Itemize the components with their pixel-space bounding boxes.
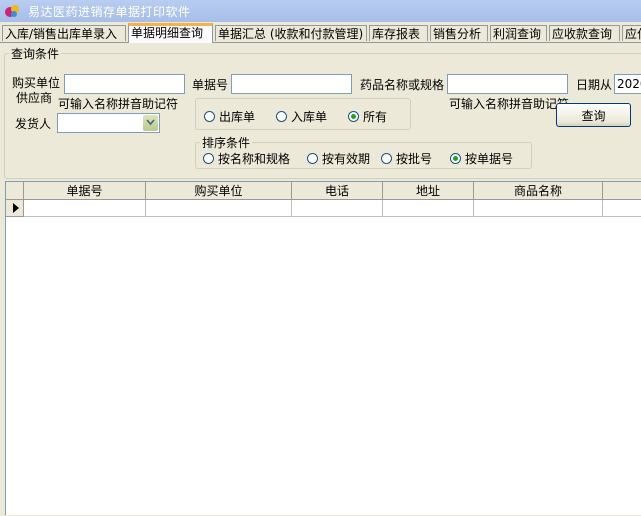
- radio-circle: [204, 110, 215, 122]
- shipper-select[interactable]: [57, 113, 160, 133]
- query-conditions-title: 查询条件: [11, 47, 60, 61]
- grid-cell[interactable]: [292, 200, 383, 217]
- title-bar: 易达医药进销存单据打印软件: [0, 0, 641, 22]
- buyer-hint: 可输入名称拼音助记符: [58, 97, 179, 111]
- grid-cell[interactable]: [603, 200, 641, 217]
- column-header-phone[interactable]: 电话: [292, 182, 383, 200]
- radio-circle-checked: [348, 110, 359, 122]
- drug-hint: 可输入名称拼音助记符: [449, 97, 570, 111]
- grid-cell[interactable]: [383, 200, 474, 217]
- radio-circle: [307, 152, 318, 164]
- tab-detail-query[interactable]: 单据明细查询: [128, 23, 213, 43]
- supplier-label: 供应商: [16, 91, 53, 105]
- row-indicator[interactable]: [6, 200, 24, 217]
- tab-stock-report[interactable]: 库存报表: [369, 25, 428, 41]
- sort-by-batch[interactable]: 按批号: [381, 150, 432, 166]
- tab-receivable-query[interactable]: 应收款查询: [549, 25, 620, 41]
- drug-label: 药品名称或规格: [360, 78, 445, 92]
- grid-corner: [6, 182, 24, 200]
- column-header-product[interactable]: 商品名称: [474, 182, 603, 200]
- sort-by-doc-no[interactable]: 按单据号: [450, 150, 513, 166]
- date-from-input[interactable]: [614, 74, 641, 94]
- drug-input[interactable]: [447, 74, 568, 94]
- results-grid[interactable]: 单据号 购买单位 电话 地址 商品名称: [5, 181, 641, 515]
- column-header-buyer[interactable]: 购买单位: [146, 182, 292, 200]
- radio-circle: [276, 110, 287, 122]
- buyer-input[interactable]: [64, 74, 185, 94]
- radio-circle-checked: [450, 152, 461, 164]
- tab-entry[interactable]: 入库/销售出库单录入: [2, 25, 126, 41]
- app-logo-icon: [5, 5, 19, 17]
- tab-payable[interactable]: 应付: [622, 25, 641, 41]
- doc-no-input[interactable]: [231, 74, 352, 94]
- dropdown-arrow[interactable]: [143, 115, 158, 131]
- tab-sales-analysis[interactable]: 销售分析: [430, 25, 488, 41]
- radio-outbound[interactable]: 出库单: [204, 108, 255, 124]
- tab-strip: 入库/销售出库单录入 单据明细查询 单据汇总 (收款和付款管理) 库存报表 销售…: [0, 23, 641, 43]
- doc-no-label: 单据号: [192, 78, 229, 92]
- grid-cell[interactable]: [24, 200, 146, 217]
- radio-all[interactable]: 所有: [348, 108, 387, 124]
- sort-conditions-title: 排序条件: [202, 136, 251, 150]
- column-header-doc-no[interactable]: 单据号: [24, 182, 146, 200]
- chevron-down-icon: [146, 119, 155, 126]
- window-title: 易达医药进销存单据打印软件: [28, 5, 191, 19]
- current-row-arrow-icon: [13, 203, 19, 213]
- column-header-address[interactable]: 地址: [383, 182, 474, 200]
- radio-inbound[interactable]: 入库单: [276, 108, 327, 124]
- column-header-more[interactable]: [603, 182, 641, 200]
- grid-cell[interactable]: [146, 200, 292, 217]
- grid-cell[interactable]: [474, 200, 603, 217]
- tab-profit-query[interactable]: 利润查询: [490, 25, 547, 41]
- radio-circle: [381, 152, 392, 164]
- date-from-label: 日期从: [576, 78, 613, 92]
- sort-by-name[interactable]: 按名称和规格: [203, 150, 290, 166]
- shipper-label: 发货人: [15, 117, 52, 131]
- radio-circle: [203, 152, 214, 164]
- search-button[interactable]: 查询: [556, 103, 631, 127]
- tab-summary[interactable]: 单据汇总 (收款和付款管理): [215, 25, 367, 41]
- sort-by-expiry[interactable]: 按有效期: [307, 150, 370, 166]
